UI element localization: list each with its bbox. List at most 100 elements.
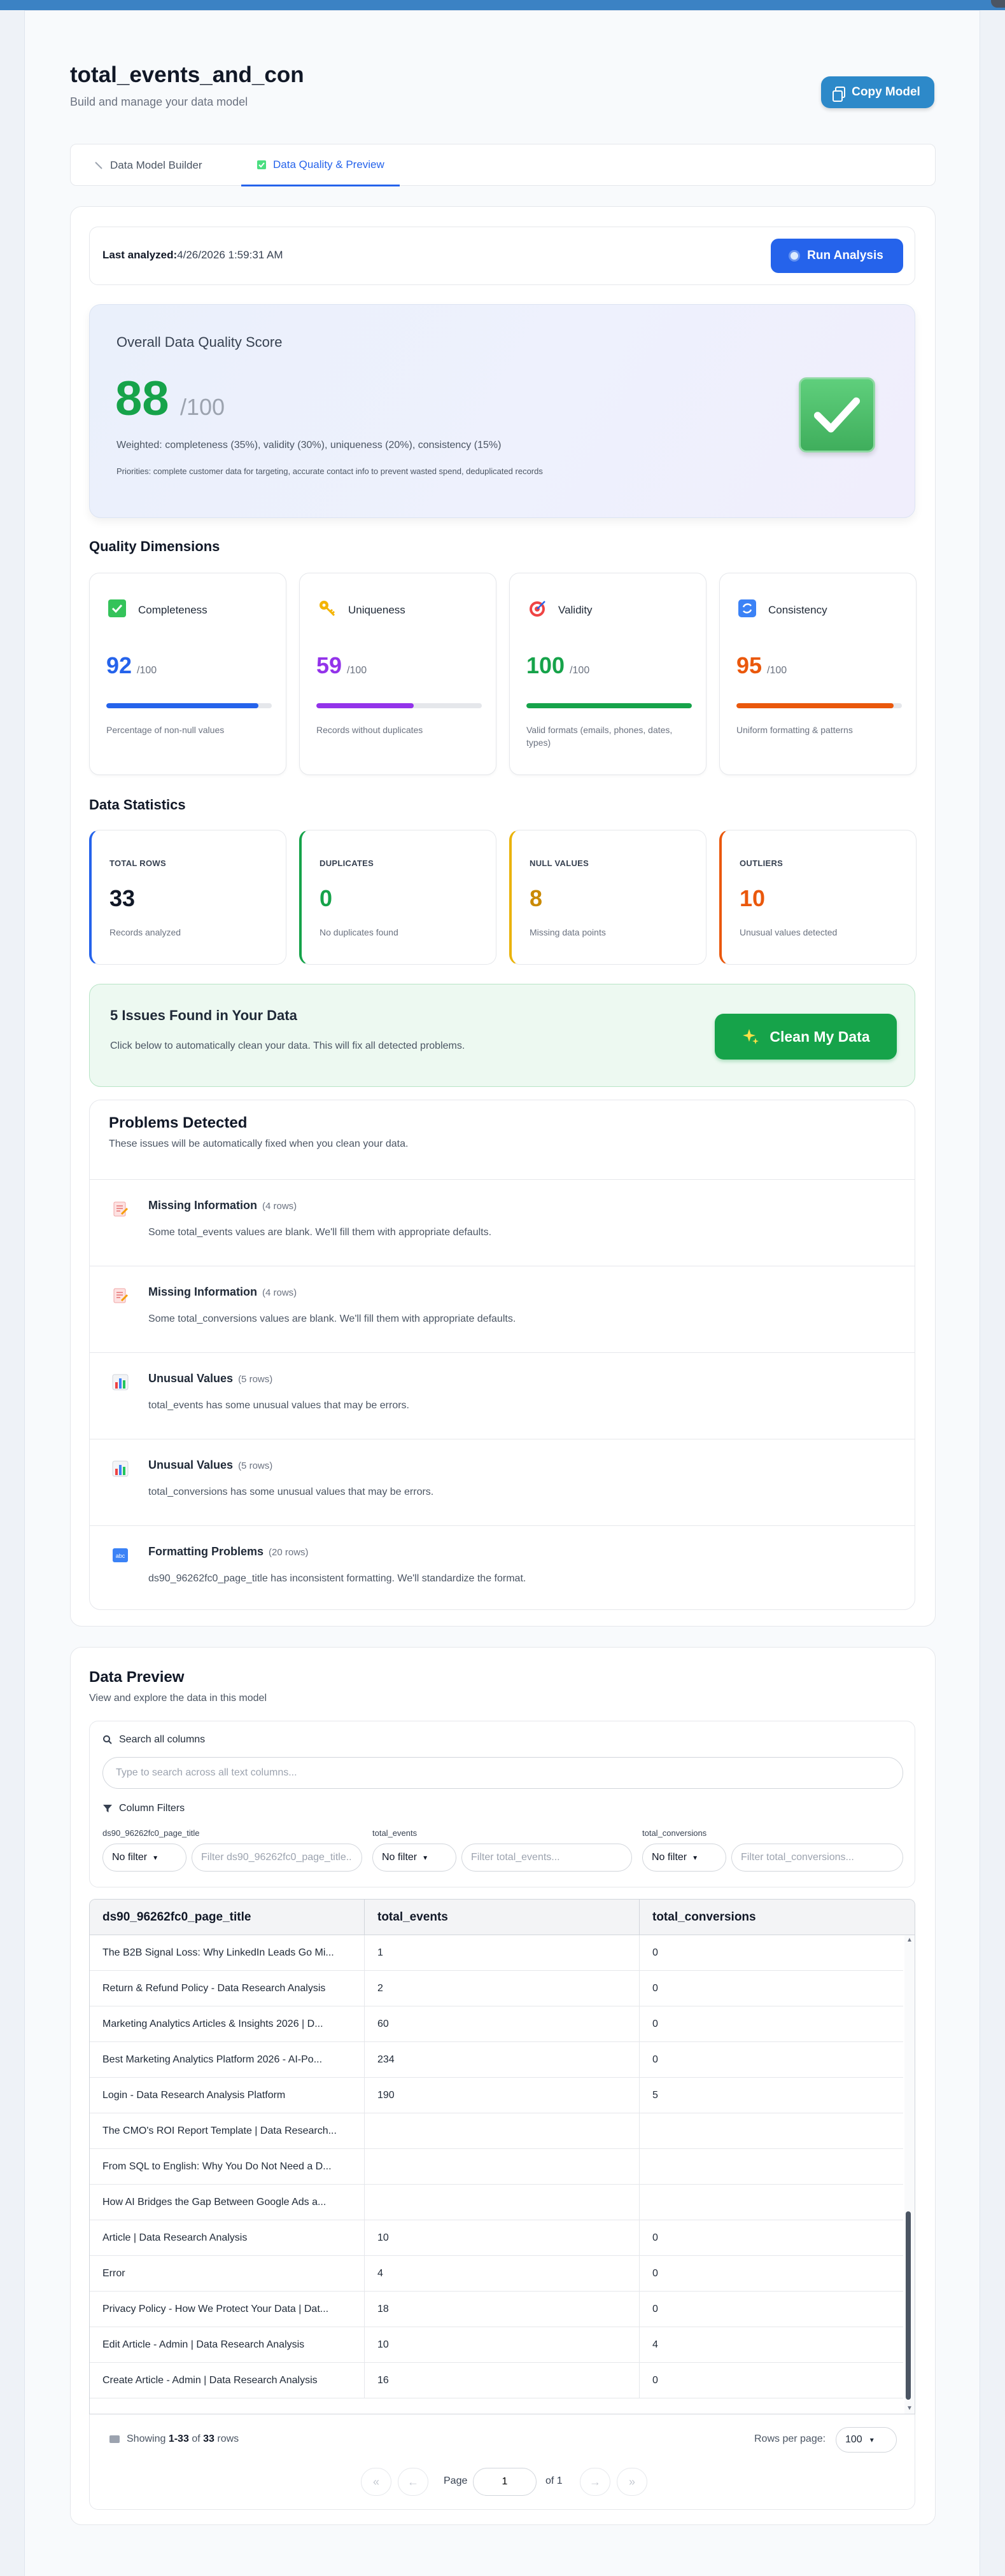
double-chevron-right-icon: »	[628, 2475, 635, 2488]
filter-mode-select[interactable]: No filter ▾	[372, 1844, 456, 1872]
table-cell: Best Marketing Analytics Platform 2026 -…	[90, 2042, 365, 2078]
filter-column-label: total_conversions	[642, 1828, 707, 1838]
table-cell	[640, 2113, 903, 2149]
filter-column-label: ds90_96262fc0_page_title	[102, 1828, 200, 1838]
table-cell	[365, 2149, 640, 2185]
problem-title-text: Unusual Values	[148, 1459, 234, 1471]
table-row[interactable]: Error 4 0	[90, 2256, 903, 2292]
tab-data-model-builder[interactable]: Data Model Builder	[78, 144, 218, 186]
column-header[interactable]: total_events	[365, 1900, 640, 1935]
dimension-unit: /100	[137, 665, 157, 676]
table-cell: 234	[365, 2042, 640, 2078]
first-page-button[interactable]: «	[361, 2468, 391, 2496]
dimension-unit: /100	[347, 665, 367, 676]
clean-my-data-button[interactable]: Clean My Data	[715, 1014, 897, 1060]
stat-value: 10	[740, 885, 766, 911]
rows-per-page-select[interactable]: 100 ▾	[836, 2427, 897, 2453]
table-row[interactable]: From SQL to English: Why You Do Not Need…	[90, 2149, 903, 2185]
scrollbar-thumb[interactable]	[906, 2211, 911, 2400]
bar-chart-icon	[112, 1460, 129, 1477]
problem-title: Missing Information (4 rows)	[148, 1285, 297, 1299]
stat-desc: Unusual values detected	[740, 927, 838, 937]
table-row[interactable]: Create Article - Admin | Data Research A…	[90, 2363, 903, 2398]
prev-page-button[interactable]: ←	[398, 2468, 428, 2496]
svg-text:abc: abc	[116, 1553, 125, 1559]
table-cell: Error	[90, 2256, 365, 2292]
table-row[interactable]: How AI Bridges the Gap Between Google Ad…	[90, 2185, 903, 2220]
table-cell: 0	[652, 2375, 658, 2386]
table-row[interactable]: The B2B Signal Loss: Why LinkedIn Leads …	[90, 1935, 903, 1971]
dimension-score: 92/100	[106, 652, 157, 679]
rows-per-page-value: 100	[845, 2434, 862, 2445]
problem-item: Missing Information (4 rows) Some total_c…	[90, 1266, 915, 1352]
table-cell: 10	[365, 2327, 640, 2363]
problem-count: (5 rows)	[238, 1374, 273, 1385]
copy-model-button[interactable]: Copy Model	[821, 76, 934, 108]
tab-bar: Data Model Builder Data Quality & Previe…	[70, 144, 936, 186]
table-row[interactable]: Return & Refund Policy - Data Research A…	[90, 1971, 903, 2006]
dimension-name: Uniqueness	[348, 604, 405, 616]
dimension-desc: Records without duplicates	[316, 725, 423, 735]
table-cell: Edit Article - Admin | Data Research Ana…	[90, 2327, 365, 2363]
top-bar	[0, 0, 1005, 10]
funnel-icon	[103, 1805, 112, 1812]
memo-icon	[113, 1201, 129, 1217]
scroll-up-icon[interactable]: ▲	[904, 1936, 915, 1945]
problem-title-text: Unusual Values	[148, 1372, 234, 1385]
problem-count: (20 rows)	[269, 1547, 309, 1558]
filter-mode-select[interactable]: No filter ▾	[102, 1844, 186, 1872]
table-header: ds90_96262fc0_page_title total_events to…	[90, 1900, 915, 1935]
dimension-bar	[106, 703, 272, 708]
score-priorities: Priorities: complete customer data for t…	[116, 466, 543, 476]
stat-card-null-values: NULL VALUES 8 Missing data points	[509, 830, 706, 965]
showing-rows: Showing 1-33 of 33 rows	[109, 2433, 239, 2445]
data-preview-subtitle: View and explore the data in this model	[89, 1693, 267, 1704]
filter-input[interactable]	[192, 1844, 362, 1872]
table-cell: 0	[652, 2054, 658, 2065]
page-of-label: of 1	[545, 2475, 563, 2486]
showing-of: of	[192, 2433, 200, 2444]
table-row[interactable]: Privacy Policy - How We Protect Your Dat…	[90, 2292, 903, 2327]
filter-input[interactable]	[731, 1844, 903, 1872]
table-icon	[109, 2435, 120, 2443]
filter-input[interactable]	[461, 1844, 632, 1872]
table-row[interactable]: Best Marketing Analytics Platform 2026 -…	[90, 2042, 903, 2078]
check-box-icon	[108, 599, 126, 617]
table-cell: Article | Data Research Analysis	[90, 2220, 365, 2256]
table-cell: 1	[365, 1935, 640, 1971]
table-row[interactable]: Marketing Analytics Articles & Insights …	[90, 2006, 903, 2042]
table-row[interactable]: Login - Data Research Analysis Platform 1…	[90, 2078, 903, 2113]
column-header[interactable]: ds90_96262fc0_page_title	[90, 1900, 365, 1935]
page-number-input[interactable]	[473, 2468, 537, 2496]
problem-title-text: Missing Information	[148, 1285, 257, 1298]
last-page-button[interactable]: »	[617, 2468, 647, 2496]
chevron-down-icon: ▾	[423, 1853, 428, 1862]
scroll-down-icon[interactable]: ▼	[904, 2405, 915, 2414]
table-cell: Create Article - Admin | Data Research A…	[90, 2363, 365, 2398]
problem-desc: Some total_conversions values are blank.…	[148, 1313, 516, 1324]
table-cell: 4	[652, 2339, 658, 2350]
dimension-bar-fill	[106, 703, 259, 708]
run-analysis-button[interactable]: Run Analysis	[771, 239, 903, 273]
table-row[interactable]: The CMO's ROI Report Template | Data Res…	[90, 2113, 903, 2149]
data-table: ds90_96262fc0_page_title total_events to…	[89, 1899, 915, 2414]
column-header[interactable]: total_conversions	[640, 1900, 904, 1935]
table-cell	[640, 2149, 903, 2185]
chevron-down-icon: ▾	[153, 1853, 158, 1862]
table-row[interactable]: Edit Article - Admin | Data Research Ana…	[90, 2327, 903, 2363]
search-input[interactable]	[102, 1757, 903, 1789]
filter-mode-select[interactable]: No filter ▾	[642, 1844, 726, 1872]
score-weights: Weighted: completeness (35%), validity (…	[116, 440, 502, 451]
problem-title: Missing Information (4 rows)	[148, 1199, 297, 1212]
issues-title: 5 Issues Found in Your Data	[110, 1007, 297, 1023]
table-row[interactable]: Article | Data Research Analysis 10 0	[90, 2220, 903, 2256]
table-cell: The B2B Signal Loss: Why LinkedIn Leads …	[90, 1935, 365, 1971]
dimension-bar-fill	[316, 703, 414, 708]
problem-title: Unusual Values (5 rows)	[148, 1459, 272, 1472]
table-cell: 0	[652, 2268, 658, 2279]
next-page-button[interactable]: →	[580, 2468, 610, 2496]
problem-count: (4 rows)	[262, 1287, 297, 1298]
quality-dimensions-heading: Quality Dimensions	[89, 538, 220, 554]
tab-data-quality-preview[interactable]: Data Quality & Preview	[241, 144, 400, 186]
overall-score-card: Overall Data Quality Score 88 /100 Weigh…	[89, 304, 915, 518]
